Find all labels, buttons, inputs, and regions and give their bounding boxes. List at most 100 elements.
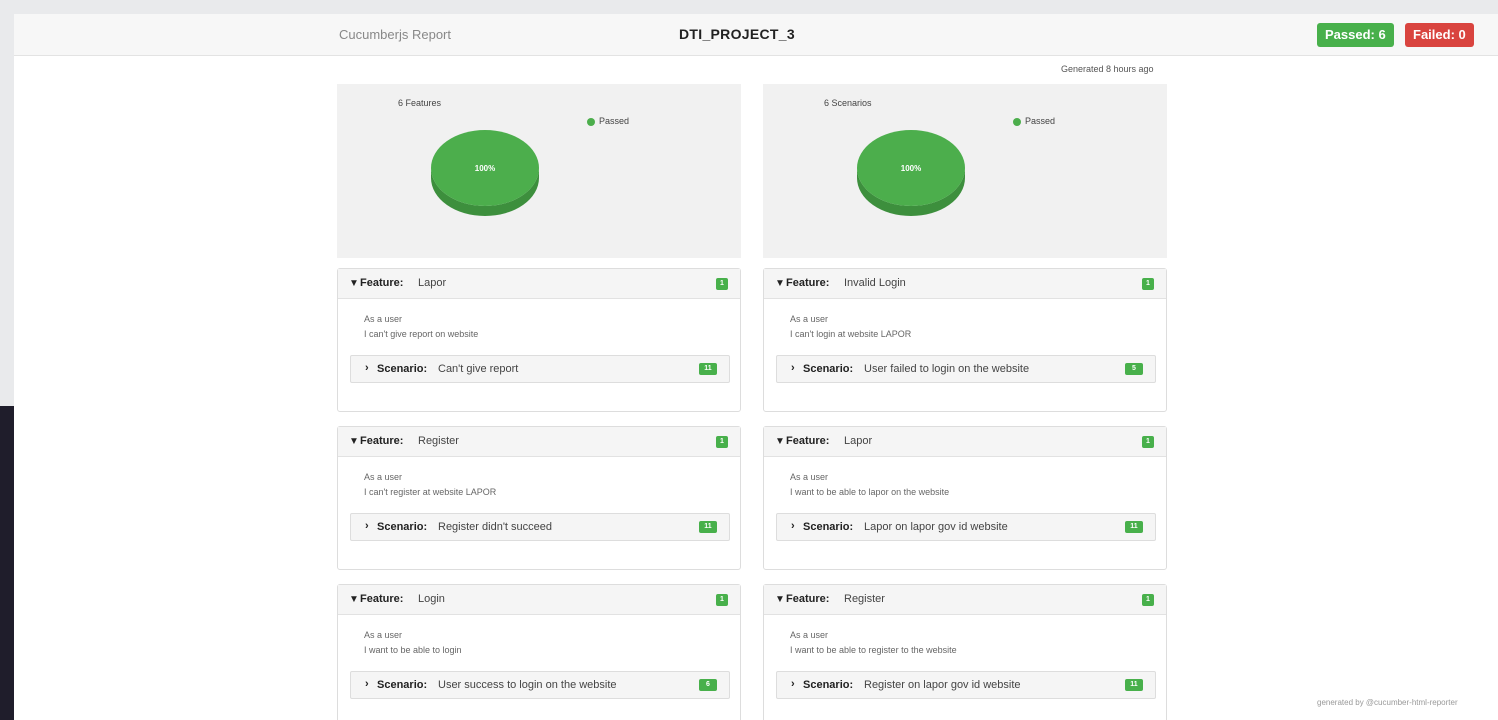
feature-description: I can't login at website LAPOR: [790, 329, 912, 339]
feature-description: As a user: [364, 630, 403, 640]
scenario-row[interactable]: › Scenario: User failed to login on the …: [776, 355, 1156, 383]
feature-count-badge: 1: [1142, 594, 1154, 606]
feature-name: Login: [418, 593, 445, 605]
scenario-name: User success to login on the website: [438, 679, 617, 691]
scenario-name: Register on lapor gov id website: [864, 679, 1021, 691]
scenario-step-count: 5: [1125, 363, 1143, 375]
feature-header[interactable]: ▼ Feature: Register 1: [338, 427, 740, 457]
feature-description: I want to be able to register to the web…: [790, 645, 957, 655]
footer-credit: generated by @cucumber-html-reporter: [1317, 698, 1458, 707]
feature-header[interactable]: ▼ Feature: Invalid Login 1: [764, 269, 1166, 299]
legend-label: Passed: [1025, 116, 1056, 126]
chevron-right-icon: ›: [365, 678, 369, 690]
feature-description: I can't register at website LAPOR: [364, 487, 497, 497]
chart-legend[interactable]: Passed: [587, 116, 629, 126]
feature-label: Feature:: [360, 277, 404, 289]
report-window: Cucumberjs Report DTI_PROJECT_3 Passed: …: [14, 14, 1498, 720]
feature-count-badge: 1: [1142, 436, 1154, 448]
scenario-step-count: 6: [699, 679, 717, 691]
scenario-row[interactable]: › Scenario: User success to login on the…: [350, 671, 730, 699]
feature-panel: ▼ Feature: Register 1 As a user I want t…: [763, 584, 1167, 720]
feature-panel: ▼ Feature: Lapor 1 As a user I can't giv…: [337, 268, 741, 412]
scenario-name: Lapor on lapor gov id website: [864, 521, 1008, 533]
scenario-name: Can't give report: [438, 363, 519, 375]
features-pie[interactable]: 100%: [429, 130, 541, 220]
chart-title: 6 Scenarios: [824, 98, 872, 108]
feature-name: Register: [418, 435, 459, 447]
scenario-step-count: 11: [699, 521, 717, 533]
scenario-label: Scenario:: [803, 679, 854, 691]
pie-label: 100%: [901, 164, 921, 173]
scenarios-pie[interactable]: 100%: [855, 130, 967, 220]
chevron-right-icon: ›: [791, 678, 795, 690]
scenario-name: Register didn't succeed: [438, 521, 552, 533]
feature-label: Feature:: [786, 277, 830, 289]
scenario-row[interactable]: › Scenario: Register on lapor gov id web…: [776, 671, 1156, 699]
feature-panel: ▼ Feature: Invalid Login 1 As a user I c…: [763, 268, 1167, 412]
scenario-name: User failed to login on the website: [864, 363, 1030, 375]
feature-description: As a user: [790, 314, 829, 324]
passed-badge: Passed: 6: [1317, 23, 1394, 47]
top-navbar: Cucumberjs Report DTI_PROJECT_3 Passed: …: [14, 14, 1498, 56]
chevron-right-icon: ›: [365, 520, 369, 532]
scenario-step-count: 11: [699, 363, 717, 375]
feature-header[interactable]: ▼ Feature: Login 1: [338, 585, 740, 615]
feature-name: Register: [844, 593, 885, 605]
chart-title: 6 Features: [398, 98, 442, 108]
legend-passed-dot: [1013, 117, 1021, 126]
chart-legend[interactable]: Passed: [1013, 116, 1055, 126]
feature-name: Lapor: [418, 277, 447, 289]
feature-description: As a user: [790, 630, 829, 640]
feature-count-badge: 1: [716, 594, 728, 606]
feature-description: I want to be able to lapor on the websit…: [790, 487, 950, 497]
feature-header[interactable]: ▼ Feature: Lapor 1: [764, 427, 1166, 457]
feature-header[interactable]: ▼ Feature: Lapor 1: [338, 269, 740, 299]
feature-name: Lapor: [844, 435, 873, 447]
feature-description: I want to be able to login: [364, 645, 462, 655]
feature-panel: ▼ Feature: Register 1 As a user I can't …: [337, 426, 741, 570]
scenario-label: Scenario:: [377, 363, 428, 375]
scenario-label: Scenario:: [377, 679, 428, 691]
chevron-right-icon: ›: [791, 362, 795, 374]
feature-panel: ▼ Feature: Login 1 As a user I want to b…: [337, 584, 741, 720]
feature-header[interactable]: ▼ Feature: Register 1: [764, 585, 1166, 615]
chevron-down-icon: ▼: [349, 436, 359, 447]
feature-description: I can't give report on website: [364, 329, 479, 339]
chevron-right-icon: ›: [791, 520, 795, 532]
scenario-step-count: 11: [1125, 521, 1143, 533]
scenario-row[interactable]: › Scenario: Can't give report 11: [350, 355, 730, 383]
scenario-step-count: 11: [1125, 679, 1143, 691]
feature-label: Feature:: [786, 593, 830, 605]
failed-badge: Failed: 0: [1405, 23, 1474, 47]
feature-count-badge: 1: [716, 436, 728, 448]
chevron-down-icon: ▼: [349, 594, 359, 605]
project-title: DTI_PROJECT_3: [679, 26, 795, 42]
scenario-row[interactable]: › Scenario: Lapor on lapor gov id websit…: [776, 513, 1156, 541]
scenario-row[interactable]: › Scenario: Register didn't succeed 11: [350, 513, 730, 541]
scenario-label: Scenario:: [377, 521, 428, 533]
pie-label: 100%: [475, 164, 495, 173]
scenario-label: Scenario:: [803, 363, 854, 375]
chevron-down-icon: ▼: [349, 278, 359, 289]
feature-count-badge: 1: [716, 278, 728, 290]
feature-panel: ▼ Feature: Lapor 1 As a user I want to b…: [763, 426, 1167, 570]
generated-timestamp: Generated 8 hours ago: [1061, 64, 1154, 74]
chevron-down-icon: ▼: [775, 278, 785, 289]
chevron-down-icon: ▼: [775, 436, 785, 447]
feature-description: As a user: [364, 472, 403, 482]
feature-description: As a user: [790, 472, 829, 482]
dark-sidebar-edge: [0, 406, 14, 720]
feature-label: Feature:: [360, 593, 404, 605]
scenario-label: Scenario:: [803, 521, 854, 533]
brand-link[interactable]: Cucumberjs Report: [339, 27, 451, 42]
chevron-down-icon: ▼: [775, 594, 785, 605]
features-chart: 6 Features Passed 100%: [337, 84, 741, 258]
chevron-right-icon: ›: [365, 362, 369, 374]
scenarios-chart: 6 Scenarios Passed 100%: [763, 84, 1167, 258]
feature-label: Feature:: [360, 435, 404, 447]
feature-label: Feature:: [786, 435, 830, 447]
feature-name: Invalid Login: [844, 277, 906, 289]
legend-label: Passed: [599, 116, 630, 126]
feature-count-badge: 1: [1142, 278, 1154, 290]
feature-description: As a user: [364, 314, 403, 324]
